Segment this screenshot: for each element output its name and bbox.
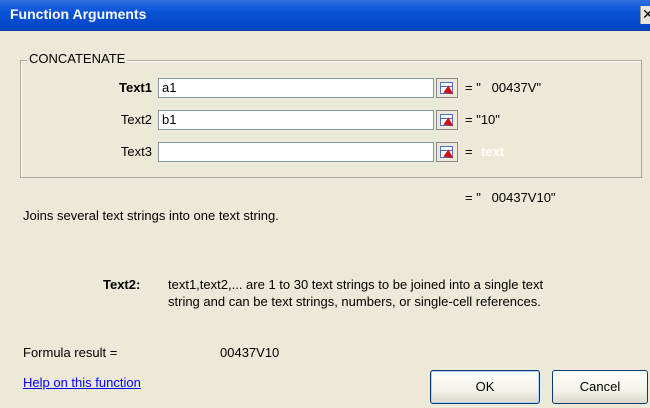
arg-help-line2: string and can be text strings, numbers,… [168,294,541,309]
function-name: CONCATENATE [27,51,128,66]
arg-help-line1: text1,text2,... are 1 to 30 text strings… [168,277,544,292]
help-link[interactable]: Help on this function [23,375,141,390]
text3-result: text [481,144,505,159]
text1-label: Text1 [119,80,152,95]
function-description: Joins several text strings into one text… [23,208,279,223]
text2-label: Text2 [120,112,152,127]
text1-result: = " 00437V" [465,80,542,95]
text2-collapse-dialog-icon[interactable] [436,110,458,130]
formula-result-label: Formula result = [23,345,118,360]
overall-result: = " 00437V10" [465,190,556,205]
arg-help-name: Text2: [103,277,141,292]
ok-button[interactable]: OK [430,370,540,404]
cancel-button[interactable]: Cancel [552,370,648,404]
text3-result-prefix: = [465,144,473,159]
text2-result: = "10" [465,112,500,127]
title-bar[interactable]: Function Arguments ✕ [0,0,650,31]
text3-input[interactable] [158,142,434,162]
text2-input[interactable]: b1 [158,110,434,130]
text1-collapse-dialog-icon[interactable] [436,78,458,98]
dialog-title: Function Arguments [10,6,147,22]
close-icon[interactable]: ✕ [640,6,650,24]
text3-collapse-dialog-icon[interactable] [436,142,458,162]
formula-result-value: 00437V10 [220,345,280,360]
text3-label: Text3 [120,144,152,159]
text1-input[interactable]: a1 [158,78,434,98]
